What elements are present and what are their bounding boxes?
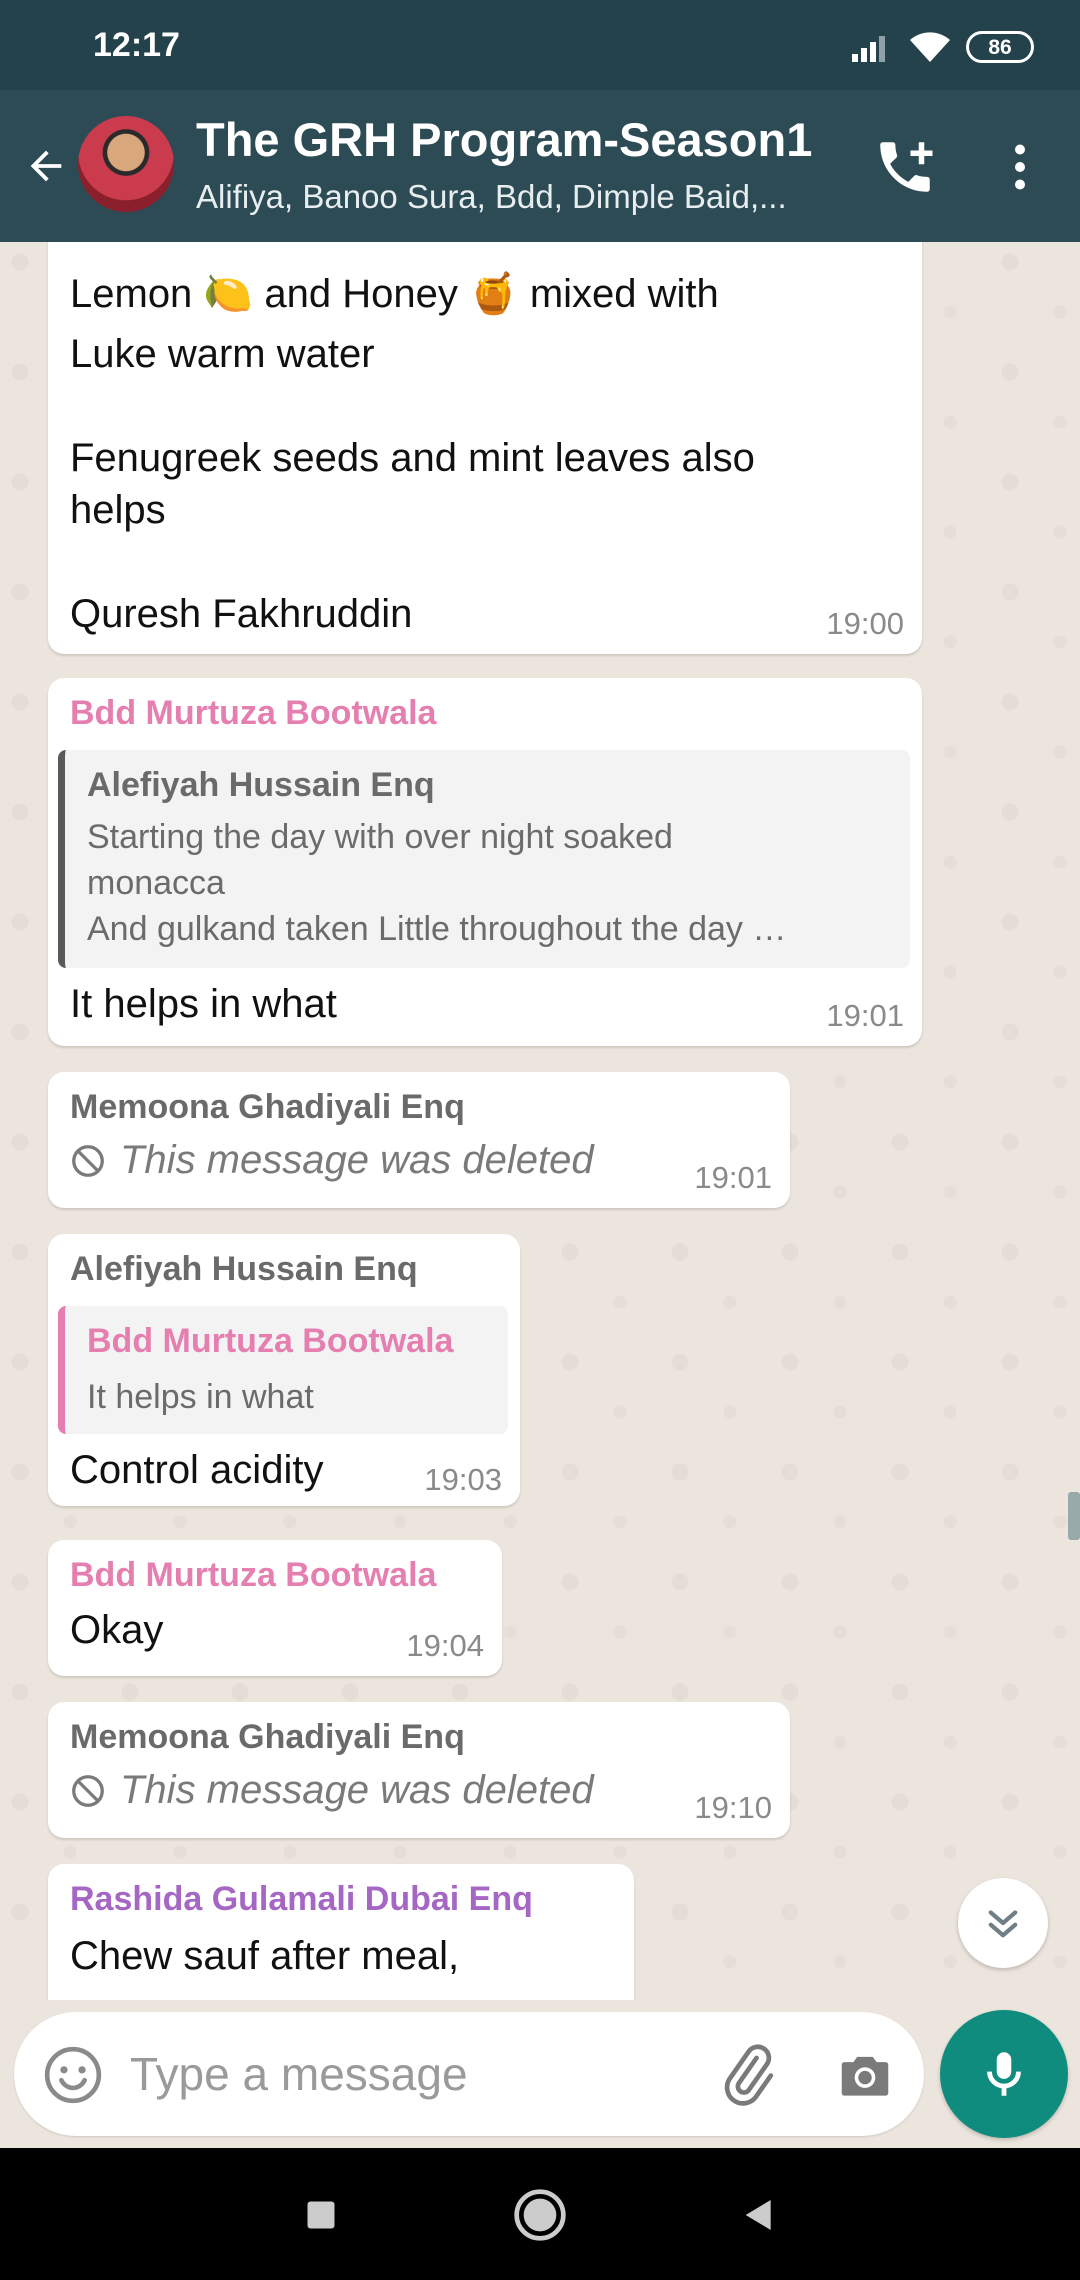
add-call-button[interactable]	[872, 134, 938, 200]
microphone-icon	[987, 2052, 1021, 2096]
home-button[interactable]	[509, 2184, 571, 2246]
quoted-message[interactable]: Alefiyah Hussain Enq Starting the day wi…	[58, 750, 910, 968]
scrollbar-thumb[interactable]	[1068, 1492, 1080, 1540]
camera-button[interactable]	[834, 2044, 896, 2106]
message-text: Okay	[70, 1608, 164, 1652]
ban-icon	[72, 1144, 104, 1177]
status-time: 12:17	[93, 26, 180, 64]
battery-indicator: 86	[966, 31, 1034, 63]
chat-header: The GRH Program-Season1 Alifiya, Banoo S…	[0, 90, 1080, 242]
triangle-back-icon	[745, 2200, 771, 2230]
deleted-message: This message was deleted	[70, 1768, 594, 1813]
home-circle-icon	[514, 2189, 566, 2241]
message-time: 19:00	[826, 606, 904, 641]
message-bubble[interactable]: Alefiyah Hussain Enq Bdd Murtuza Bootwal…	[48, 1234, 520, 1506]
message-line: Fenugreek seeds and mint leaves also	[70, 436, 755, 480]
message-sender: Bdd Murtuza Bootwala	[70, 1556, 437, 1594]
back-nav-button[interactable]	[728, 2184, 790, 2246]
wifi-icon	[910, 32, 950, 62]
camera-icon	[841, 2056, 889, 2096]
message-line: Luke warm water	[70, 332, 375, 376]
message-text: Control acidity	[70, 1448, 324, 1492]
message-time: 19:04	[406, 1628, 484, 1663]
group-title[interactable]: The GRH Program-Season1	[196, 112, 812, 167]
back-button[interactable]	[14, 128, 78, 204]
add-call-icon	[880, 142, 933, 192]
message-bubble[interactable]: Bdd Murtuza Bootwala Alefiyah Hussain En…	[48, 678, 922, 1046]
message-text: It helps in what	[70, 982, 337, 1026]
status-bar: 12:17 86	[0, 0, 1080, 90]
emoji-icon	[44, 2046, 102, 2104]
message-bubble[interactable]: Memoona Ghadiyali Enq This message was d…	[48, 1702, 790, 1838]
ban-icon	[72, 1774, 104, 1807]
quoted-text: monacca	[87, 864, 225, 902]
message-input[interactable]	[130, 2034, 690, 2114]
deleted-text: This message was deleted	[120, 1768, 594, 1812]
message-time: 19:03	[424, 1462, 502, 1497]
quoted-text: It helps in what	[87, 1378, 314, 1416]
square-icon	[307, 2201, 335, 2229]
quoted-message[interactable]: Bdd Murtuza Bootwala It helps in what	[58, 1306, 508, 1434]
message-bubble[interactable]: Lemon 🍋 and Honey 🍯 mixed with Luke warm…	[48, 242, 922, 654]
signal-icon	[852, 36, 885, 62]
paperclip-icon	[724, 2044, 774, 2106]
message-line: helps	[70, 488, 166, 532]
attach-button[interactable]	[714, 2042, 780, 2108]
quoted-text: And gulkand taken Little throughout the …	[87, 910, 787, 948]
message-sender: Bdd Murtuza Bootwala	[70, 694, 437, 732]
recents-button[interactable]	[290, 2184, 352, 2246]
more-options-button[interactable]	[990, 134, 1050, 200]
message-bubble[interactable]: Memoona Ghadiyali Enq This message was d…	[48, 1072, 790, 1208]
system-nav-bar	[0, 2148, 1080, 2280]
quoted-sender: Bdd Murtuza Bootwala	[87, 1322, 454, 1360]
message-composer	[14, 2012, 924, 2136]
message-line: Quresh Fakhruddin	[70, 592, 413, 636]
deleted-message: This message was deleted	[70, 1138, 594, 1183]
message-time: 19:10	[694, 1790, 772, 1825]
quoted-text: Starting the day with over night soaked	[87, 818, 673, 856]
message-time: 19:01	[826, 998, 904, 1033]
deleted-text: This message was deleted	[120, 1138, 594, 1182]
arrow-left-icon	[30, 150, 62, 182]
message-text: Chew sauf after meal,	[70, 1934, 460, 1978]
message-sender: Memoona Ghadiyali Enq	[70, 1718, 465, 1756]
scroll-to-bottom-button[interactable]	[958, 1878, 1048, 1968]
emoji-button[interactable]	[42, 2044, 104, 2106]
group-members[interactable]: Alifiya, Banoo Sura, Bdd, Dimple Baid,..…	[196, 178, 787, 216]
message-bubble[interactable]: Bdd Murtuza Bootwala Okay 19:04	[48, 1540, 502, 1676]
double-chevron-down-icon	[988, 1910, 1018, 1938]
message-time: 19:01	[694, 1160, 772, 1195]
voice-message-button[interactable]	[940, 2010, 1068, 2138]
message-sender: Alefiyah Hussain Enq	[70, 1250, 418, 1288]
message-sender: Memoona Ghadiyali Enq	[70, 1088, 465, 1126]
status-icons: 86	[850, 28, 1034, 66]
message-bubble[interactable]: Rashida Gulamali Dubai Enq Chew sauf aft…	[48, 1864, 634, 2000]
message-sender: Rashida Gulamali Dubai Enq	[70, 1880, 533, 1918]
more-vert-icon	[1015, 144, 1025, 190]
message-line: Lemon 🍋 and Honey 🍯 mixed with	[70, 272, 719, 316]
group-avatar[interactable]	[78, 116, 174, 212]
quoted-sender: Alefiyah Hussain Enq	[87, 766, 435, 804]
chat-area[interactable]: Lemon 🍋 and Honey 🍯 mixed with Luke warm…	[0, 242, 1080, 2000]
